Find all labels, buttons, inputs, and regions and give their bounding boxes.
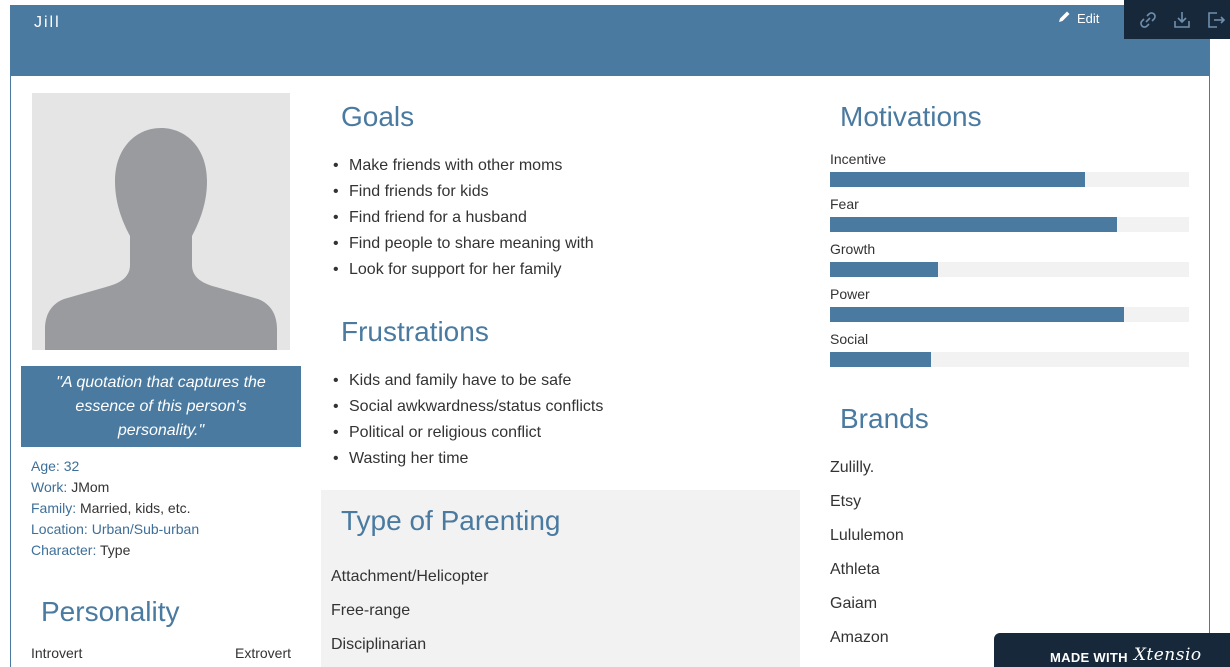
motivation-track xyxy=(830,217,1189,232)
personality-spectrum: Introvert Extrovert xyxy=(31,645,291,661)
fact-work: Work: JMom xyxy=(31,479,110,495)
edit-button[interactable]: Edit xyxy=(1058,10,1099,26)
list-item: Find people to share meaning with xyxy=(331,231,594,257)
fact-location: Location: Urban/Sub-urban xyxy=(31,521,200,537)
list-item: Social awkwardness/status conflicts xyxy=(331,394,603,420)
motivation-label: Fear xyxy=(830,196,859,212)
made-with-label: MADE WITH xyxy=(1050,650,1128,665)
motivation-bar xyxy=(830,307,1125,322)
list-item: Free-range xyxy=(331,602,411,619)
made-with-badge[interactable]: MADE WITH Xtensio xyxy=(994,633,1230,667)
motivation-track xyxy=(830,307,1189,322)
motivations-list: Incentive Fear Growth Power Social xyxy=(830,150,1189,375)
list-item: Look for support for her family xyxy=(331,257,594,283)
persona-name: Jill xyxy=(34,14,61,31)
link-icon[interactable] xyxy=(1138,10,1158,30)
motivation-label: Power xyxy=(830,286,870,302)
list-item: Amazon xyxy=(830,629,889,646)
list-item: Find friend for a husband xyxy=(331,205,594,231)
motivation-row: Fear xyxy=(830,195,1189,240)
goals-heading: Goals xyxy=(341,101,415,132)
persona-facts: Age: 32 Work: JMom Family: Married, kids… xyxy=(31,456,199,561)
motivation-label: Social xyxy=(830,331,869,347)
extrovert-label: Extrovert xyxy=(234,645,291,661)
export-icon[interactable] xyxy=(1206,10,1226,30)
toolbar xyxy=(1124,0,1230,39)
motivations-heading: Motivations xyxy=(840,101,982,132)
pencil-icon xyxy=(1058,10,1071,26)
persona-quote: "A quotation that captures the essence o… xyxy=(21,366,301,447)
fact-age: Age: 32 xyxy=(31,458,80,474)
motivation-bar xyxy=(830,217,1118,232)
list-item: Zulilly. xyxy=(830,459,875,476)
list-item: Political or religious conflict xyxy=(331,420,603,446)
list-item: Gaiam xyxy=(830,595,878,612)
list-item: Kids and family have to be safe xyxy=(331,368,603,394)
introvert-label: Introvert xyxy=(31,645,83,661)
xtensio-logo: Xtensio xyxy=(1133,645,1202,665)
motivation-label: Incentive xyxy=(830,151,887,167)
fact-character: Character: Type xyxy=(31,542,131,558)
motivation-row: Power xyxy=(830,285,1189,330)
parenting-list: Attachment/Helicopter Free-range Discipl… xyxy=(331,560,488,662)
list-item: Attachment/Helicopter xyxy=(331,568,489,585)
motivation-track xyxy=(830,352,1189,367)
list-item: Make friends with other moms xyxy=(331,153,594,179)
list-item: Lululemon xyxy=(830,527,904,544)
motivation-row: Growth xyxy=(830,240,1189,285)
list-item: Find friends for kids xyxy=(331,179,594,205)
motivation-label: Growth xyxy=(830,241,876,257)
list-item: Disciplinarian xyxy=(331,636,427,653)
motivation-row: Social xyxy=(830,330,1189,375)
motivation-bar xyxy=(830,172,1085,187)
parenting-heading: Type of Parenting xyxy=(341,505,561,536)
frustrations-heading: Frustrations xyxy=(341,316,489,347)
brands-list: Zulilly. Etsy Lululemon Athleta Gaiam Am… xyxy=(830,451,904,655)
persona-header: Jill xyxy=(10,5,1210,76)
list-item: Athleta xyxy=(830,561,880,578)
list-item: Etsy xyxy=(830,493,862,510)
brands-heading: Brands xyxy=(840,403,929,434)
fact-family: Family: Married, kids, etc. xyxy=(31,500,191,516)
motivation-track xyxy=(830,262,1189,277)
motivation-bar xyxy=(830,352,931,367)
motivation-bar xyxy=(830,262,938,277)
motivation-row: Incentive xyxy=(830,150,1189,195)
edit-label: Edit xyxy=(1077,10,1100,26)
goals-list: Make friends with other moms Find friend… xyxy=(331,153,594,283)
download-icon[interactable] xyxy=(1172,10,1192,30)
motivation-track xyxy=(830,172,1189,187)
avatar xyxy=(32,93,290,350)
frustrations-list: Kids and family have to be safe Social a… xyxy=(331,368,603,472)
personality-heading: Personality xyxy=(41,596,180,627)
list-item: Wasting her time xyxy=(331,446,603,472)
